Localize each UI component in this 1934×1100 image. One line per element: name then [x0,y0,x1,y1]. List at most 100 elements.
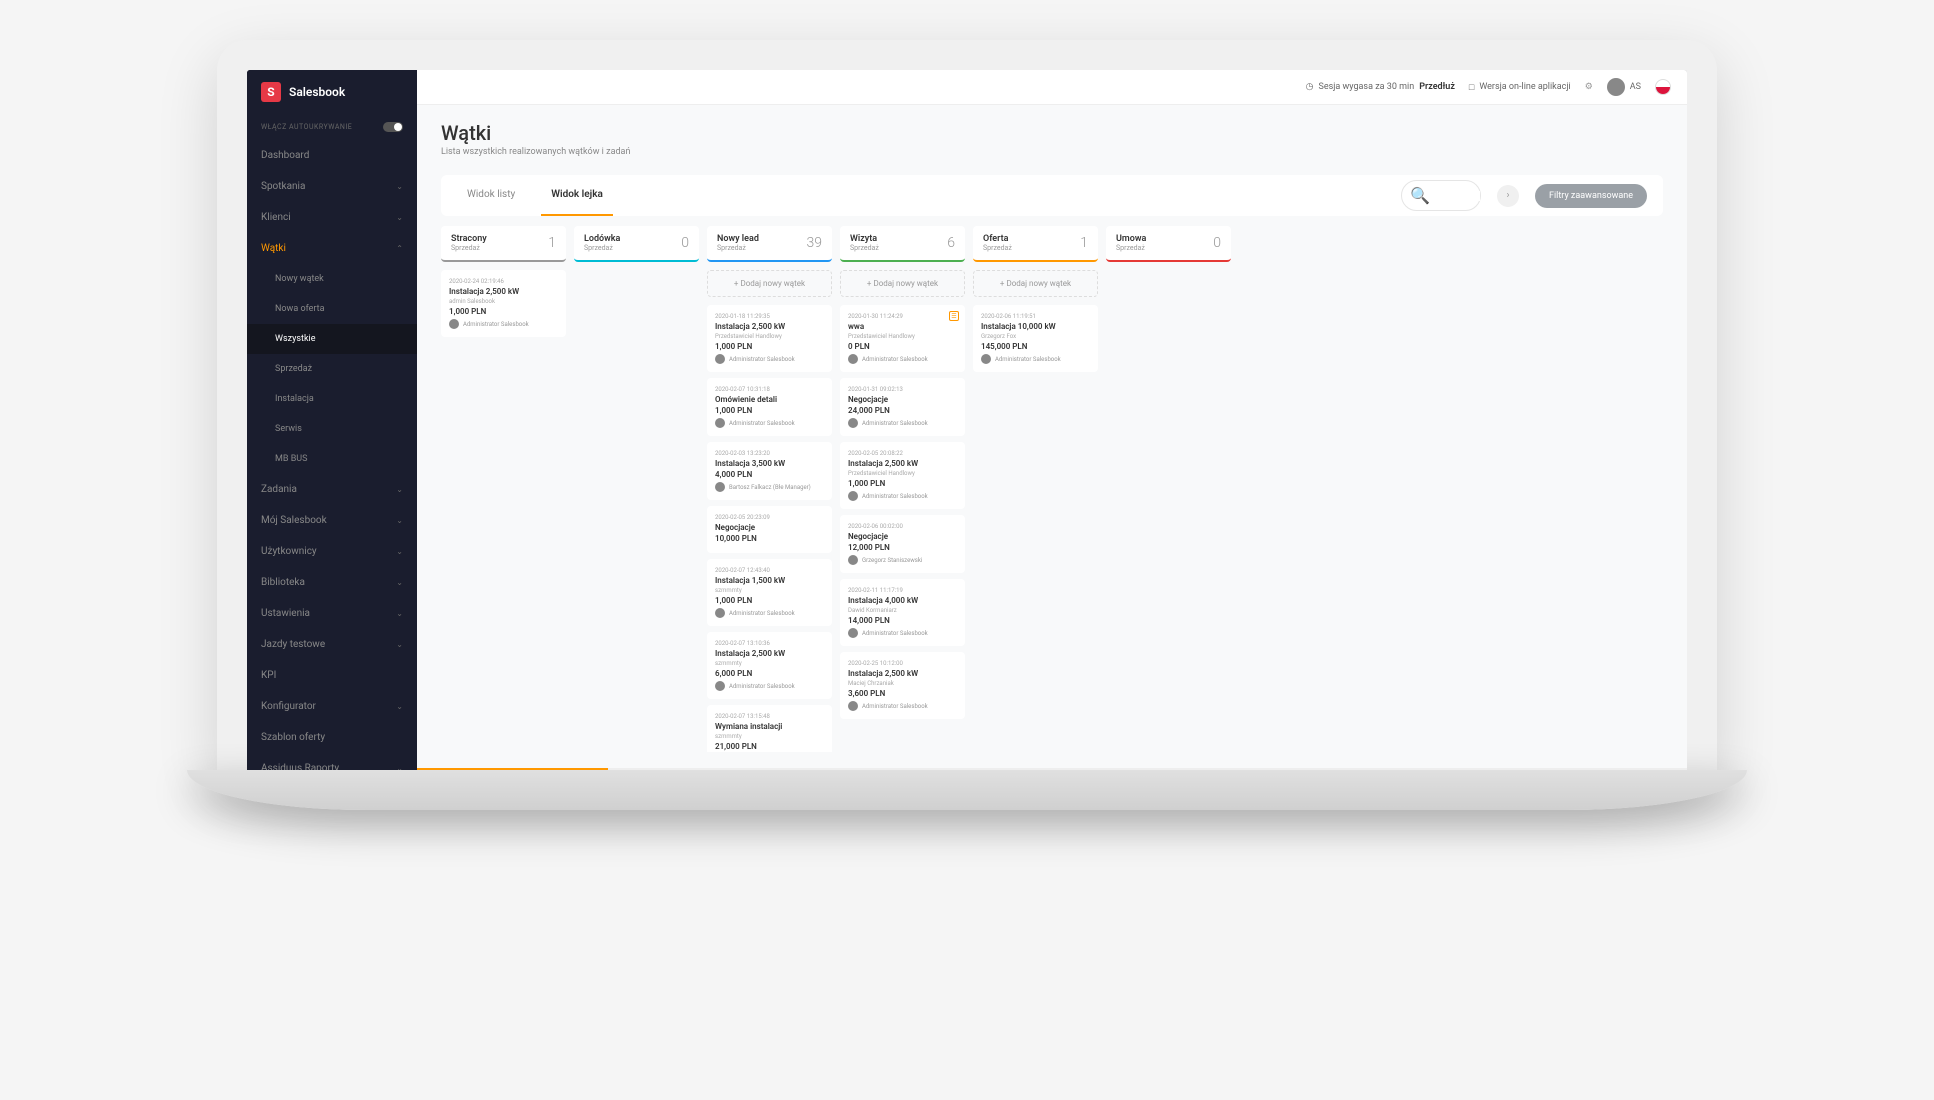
card-price: 3,600 PLN [848,689,957,698]
card-date: 2020-02-03 13:23:20 [715,450,824,457]
kanban-card[interactable]: 2020-02-25 10:12:00Instalacja 2,500 kWMa… [840,652,965,719]
expand-search-button[interactable]: › [1497,185,1519,207]
card-title: Negocjacje [715,523,824,532]
advanced-filters-button[interactable]: Filtry zaawansowane [1535,184,1647,208]
kanban-card[interactable]: 2020-02-06 11:19:51Instalacja 10,000 kWG… [973,305,1098,372]
card-price: 145,000 PLN [981,342,1090,351]
nav-ustawienia[interactable]: Ustawienia⌄ [247,598,417,629]
column-header[interactable]: Oferta Sprzedaż 1 [973,226,1098,262]
column-subtitle: Sprzedaż [983,244,1012,252]
nav-sub-nowy-watek[interactable]: Nowy wątek [247,264,417,294]
kanban-card[interactable]: 2020-02-07 10:31:18Omówienie detali1,000… [707,378,832,436]
nav-konfigurator[interactable]: Konfigurator⌄ [247,691,417,722]
nav-sub-instalacja[interactable]: Instalacja [247,384,417,414]
card-price: 1,000 PLN [848,479,957,488]
column-header[interactable]: Lodówka Sprzedaż 0 [574,226,699,262]
clock-icon: ◷ [1306,82,1314,92]
nav-dashboard[interactable]: Dashboard [247,140,417,171]
kanban-card[interactable]: 2020-02-03 13:23:20Instalacja 3,500 kW4,… [707,442,832,500]
auto-hide-row: WŁĄCZ AUTOUKRYWANIE [247,114,417,140]
nav-uzytkownicy[interactable]: Użytkownicy⌄ [247,536,417,567]
auto-hide-toggle[interactable] [383,122,403,132]
card-client: Maciej Chrzaniak [848,680,957,687]
nav-kpi[interactable]: KPI [247,660,417,691]
kanban-card[interactable]: 2020-01-30 11:24:29wwaPrzedstawiciel Han… [840,305,965,372]
column-title: Umowa [1116,234,1146,244]
nav-watki[interactable]: Wątki ⌃ [247,233,417,264]
page-title: Wątki [441,121,1663,145]
column-count: 0 [681,235,689,251]
online-version[interactable]: □ Wersja on-line aplikacji [1469,82,1571,93]
column-cards: + Dodaj nowy wątek 2020-01-30 11:24:29wwa… [840,270,965,752]
card-client: szmmmty [715,660,824,667]
column-subtitle: Sprzedaż [850,244,879,252]
horizontal-scrollbar[interactable] [417,768,1687,770]
kanban-column: Nowy lead Sprzedaż 39 + Dodaj nowy wątek 2… [707,226,832,752]
card-client: Dawid Kormaniarz [848,607,957,614]
card-user: Administrator Salesbook [848,418,957,428]
avatar-icon [848,555,858,565]
logo[interactable]: S Salesbook [247,70,417,114]
nav-szablon-oferty[interactable]: Szablon oferty [247,722,417,753]
kanban-card[interactable]: 2020-02-07 13:15:48Wymiana instalacjiszm… [707,705,832,752]
logo-text: Salesbook [289,85,345,99]
nav-sub-sprzedaz[interactable]: Sprzedaż [247,354,417,384]
card-price: 10,000 PLN [715,534,824,543]
card-user: Administrator Salesbook [715,354,824,364]
add-thread-button[interactable]: + Dodaj nowy wątek [707,270,832,297]
kanban-column: Oferta Sprzedaż 1 + Dodaj nowy wątek 2020-… [973,226,1098,752]
kanban-card[interactable]: 2020-02-06 00:02:00Negocjacje12,000 PLNG… [840,515,965,573]
nav-moj-salesbook[interactable]: Mój Salesbook⌄ [247,505,417,536]
nav-biblioteka[interactable]: Biblioteka⌄ [247,567,417,598]
kanban-card[interactable]: 2020-02-07 12:43:40Instalacja 1,500 kWsz… [707,559,832,626]
column-header[interactable]: Stracony Sprzedaż 1 [441,226,566,262]
nav-sub-serwis[interactable]: Serwis [247,414,417,444]
column-subtitle: Sprzedaż [451,244,487,252]
monitor-icon: □ [1469,82,1474,93]
kanban-card[interactable]: 2020-02-24 02:19:46Instalacja 2,500 kWad… [441,270,566,337]
search-input[interactable] [1430,191,1480,201]
gear-icon[interactable]: ⚙ [1585,82,1593,92]
kanban-board: Stracony Sprzedaż 1 2020-02-24 02:19:46In… [417,226,1687,768]
extend-session-link[interactable]: Przedłuż [1419,82,1455,92]
chevron-down-icon: ⌄ [396,547,403,556]
kanban-card[interactable]: 2020-02-07 13:10:36Instalacja 2,500 kWsz… [707,632,832,699]
add-thread-button[interactable]: + Dodaj nowy wątek [840,270,965,297]
main-content: ◷ Sesja wygasa za 30 min Przedłuż □ Wers… [417,70,1687,770]
nav-klienci[interactable]: Klienci ⌄ [247,202,417,233]
tab-funnel-view[interactable]: Widok lejka [541,175,613,216]
add-thread-button[interactable]: + Dodaj nowy wątek [973,270,1098,297]
nav-assiduus-raporty[interactable]: Assiduus Raporty⌄ [247,753,417,770]
nav-sub-mbbus[interactable]: MB BUS [247,444,417,474]
chevron-down-icon: ⌄ [396,516,403,525]
avatar-icon [715,608,725,618]
nav-sub-nowa-oferta[interactable]: Nowa oferta [247,294,417,324]
user-menu[interactable]: AS [1607,78,1641,96]
column-title: Lodówka [584,234,620,244]
nav-sub-wszystkie[interactable]: Wszystkie [247,324,417,354]
kanban-card[interactable]: 2020-02-05 20:23:09Negocjacje10,000 PLN [707,506,832,553]
column-header[interactable]: Wizyta Sprzedaż 6 [840,226,965,262]
avatar-icon [848,418,858,428]
column-title: Wizyta [850,234,879,244]
nav-jazdy-testowe[interactable]: Jazdy testowe⌄ [247,629,417,660]
kanban-card[interactable]: 2020-02-11 11:17:19Instalacja 4,000 kWDa… [840,579,965,646]
card-price: 0 PLN [848,342,957,351]
column-count: 39 [806,235,822,251]
column-header[interactable]: Nowy lead Sprzedaż 39 [707,226,832,262]
card-price: 1,000 PLN [715,342,824,351]
search-box[interactable]: 🔍 [1401,180,1481,211]
nav-zadania[interactable]: Zadania⌄ [247,474,417,505]
avatar-icon [715,681,725,691]
kanban-card[interactable]: 2020-01-31 09:02:13Negocjacje24,000 PLNA… [840,378,965,436]
tab-list-view[interactable]: Widok listy [457,175,525,216]
nav-spotkania[interactable]: Spotkania ⌄ [247,171,417,202]
kanban-card[interactable]: 2020-02-05 20:08:22Instalacja 2,500 kWPr… [840,442,965,509]
card-title: Instalacja 2,500 kW [449,287,558,296]
kanban-card[interactable]: 2020-01-18 11:29:35Instalacja 2,500 kWPr… [707,305,832,372]
card-user: Administrator Salesbook [848,628,957,638]
locale-flag-pl[interactable] [1655,79,1671,95]
topbar: ◷ Sesja wygasa za 30 min Przedłuż □ Wers… [417,70,1687,105]
column-header[interactable]: Umowa Sprzedaż 0 [1106,226,1231,262]
session-info: ◷ Sesja wygasa za 30 min Przedłuż [1306,82,1455,92]
